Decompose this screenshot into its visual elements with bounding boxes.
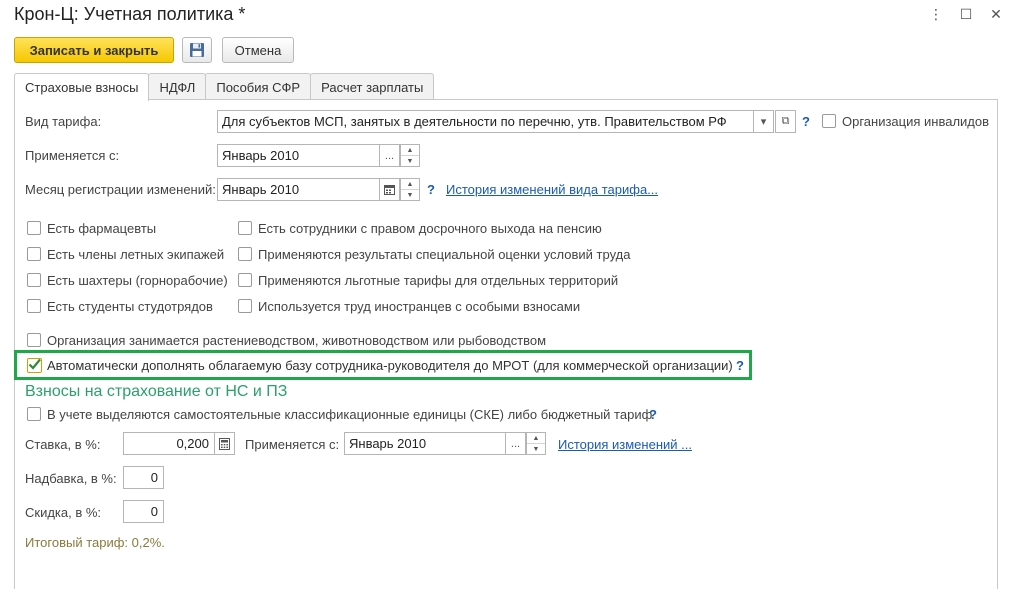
agriculture-checkbox[interactable] [27, 333, 41, 347]
early-pension-label: Есть сотрудники с правом досрочного выхо… [258, 221, 602, 236]
calendar-icon[interactable] [379, 178, 400, 201]
surcharge-label: Надбавка, в %: [25, 471, 117, 486]
spin-down-icon[interactable]: ▼ [527, 444, 545, 454]
spin-down-icon[interactable]: ▼ [401, 190, 419, 200]
special-assessment-label: Применяются результаты специальной оценк… [258, 247, 631, 262]
tariff-label: Вид тарифа: [25, 114, 102, 129]
applies-from-label: Применяется с: [25, 148, 120, 163]
mrot-label: Автоматически дополнять облагаемую базу … [47, 358, 733, 373]
ske-label: В учете выделяются самостоятельные класс… [47, 407, 653, 422]
dropdown-chevron-icon[interactable]: ▾ [753, 110, 774, 133]
reg-month-label: Месяц регистрации изменений: [25, 182, 216, 197]
checkmark-icon [28, 358, 41, 370]
invalid-org-checkbox[interactable] [822, 114, 836, 128]
applies-from-field[interactable]: Январь 2010 [217, 144, 380, 167]
calculator-icon[interactable] [214, 432, 235, 455]
spin-up-icon[interactable]: ▲ [527, 433, 545, 444]
ns-applies-from-spinner[interactable]: ▲ ▼ [526, 432, 546, 455]
spin-down-icon[interactable]: ▼ [401, 156, 419, 166]
discount-label: Скидка, в %: [25, 505, 102, 520]
open-icon[interactable]: ⧉ [775, 110, 796, 133]
ns-select-button[interactable]: ... [505, 432, 526, 455]
foreigners-checkbox[interactable] [238, 299, 252, 313]
close-icon[interactable]: ✕ [986, 6, 1006, 23]
floppy-disk-icon [190, 43, 204, 57]
select-button[interactable]: ... [379, 144, 400, 167]
invalid-org-label: Организация инвалидов [842, 114, 990, 129]
total-tariff-text: Итоговый тариф: 0,2%. [25, 535, 165, 550]
reg-month-spinner[interactable]: ▲ ▼ [400, 178, 420, 201]
calendar-glyph-icon [384, 185, 395, 195]
maximize-icon[interactable]: ☐ [956, 6, 976, 23]
save-and-close-button[interactable]: Записать и закрыть [14, 37, 174, 63]
reg-month-help-icon[interactable]: ? [427, 182, 435, 197]
applies-from-spinner[interactable]: ▲ ▼ [400, 144, 420, 167]
pharmacists-label: Есть фармацевты [47, 221, 157, 236]
save-button[interactable] [182, 37, 212, 63]
tab-ndfl[interactable]: НДФЛ [148, 73, 207, 100]
spin-up-icon[interactable]: ▲ [401, 179, 419, 190]
mrot-checkbox[interactable] [27, 358, 42, 373]
territory-tariffs-checkbox[interactable] [238, 273, 252, 287]
calculator-glyph-icon [219, 437, 230, 450]
territory-tariffs-label: Применяются льготные тарифы для отдельны… [258, 273, 619, 288]
tab-bar: Страховые взносы НДФЛ Пособия СФР Расчет… [14, 73, 435, 101]
reg-month-field[interactable]: Январь 2010 [217, 178, 380, 201]
tariff-help-icon[interactable]: ? [802, 114, 810, 129]
pharmacists-checkbox[interactable] [27, 221, 41, 235]
ns-applies-from-field[interactable]: Январь 2010 [344, 432, 506, 455]
special-assessment-checkbox[interactable] [238, 247, 252, 261]
tab-sfr-benefits[interactable]: Пособия СФР [205, 73, 312, 100]
miners-checkbox[interactable] [27, 273, 41, 287]
rate-label: Ставка, в %: [25, 437, 101, 452]
foreigners-label: Используется труд иностранцев с особыми … [258, 299, 581, 314]
discount-field[interactable]: 0 [123, 500, 164, 523]
students-label: Есть студенты студотрядов [47, 299, 213, 314]
ske-checkbox[interactable] [27, 407, 41, 421]
window-title: Крон-Ц: Учетная политика * [14, 4, 246, 24]
mrot-help-icon[interactable]: ? [736, 358, 744, 373]
early-pension-checkbox[interactable] [238, 221, 252, 235]
tab-insurance[interactable]: Страховые взносы [14, 73, 150, 101]
ns-history-link[interactable]: История изменений ... [558, 437, 692, 452]
cancel-button[interactable]: Отмена [222, 37, 294, 63]
agriculture-label: Организация занимается растениеводством,… [47, 333, 547, 348]
miners-label: Есть шахтеры (горнорабочие) [47, 273, 228, 288]
tariff-history-link[interactable]: История изменений вида тарифа... [446, 182, 658, 197]
rate-field[interactable]: 0,200 [123, 432, 215, 455]
flight-crew-label: Есть члены летных экипажей [47, 247, 225, 262]
students-checkbox[interactable] [27, 299, 41, 313]
ns-section-title: Взносы на страхование от НС и ПЗ [25, 383, 288, 400]
flight-crew-checkbox[interactable] [27, 247, 41, 261]
ns-applies-from-label: Применяется с: [245, 437, 340, 452]
tariff-select[interactable]: Для субъектов МСП, занятых в деятельност… [217, 110, 754, 133]
ske-help-icon[interactable]: ? [649, 407, 657, 422]
spin-up-icon[interactable]: ▲ [401, 145, 419, 156]
surcharge-field[interactable]: 0 [123, 466, 164, 489]
tab-payroll[interactable]: Расчет зарплаты [310, 73, 435, 100]
more-menu-icon[interactable]: ⋮ [926, 6, 946, 23]
